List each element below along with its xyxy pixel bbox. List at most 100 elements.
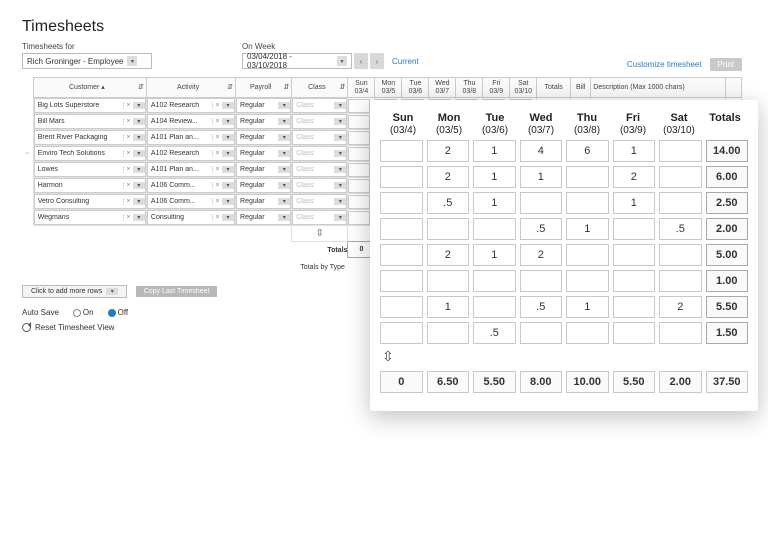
hours-cell[interactable]: 1 (427, 296, 470, 318)
hours-cell[interactable] (659, 270, 702, 292)
split-icon[interactable]: ⇳ (382, 348, 748, 365)
customer-select[interactable]: Bill Mars×▾ (34, 114, 146, 129)
clear-icon[interactable]: × (212, 182, 222, 189)
class-select[interactable]: Class▾ (292, 146, 347, 161)
hours-cell[interactable] (613, 218, 656, 240)
customer-select[interactable]: Harmon×▾ (34, 178, 146, 193)
hours-cell[interactable]: 2 (613, 166, 656, 188)
clear-icon[interactable]: × (212, 150, 222, 157)
current-week-link[interactable]: Current (392, 57, 419, 66)
hours-cell[interactable] (427, 218, 470, 240)
drag-handle-icon[interactable] (22, 130, 33, 146)
add-rows-select[interactable]: Click to add more rows▾ (22, 285, 127, 298)
week-select[interactable]: 03/04/2018 - 03/10/2018 ▾ (242, 53, 352, 69)
hours-cell[interactable]: 2 (427, 140, 470, 162)
hours-cell[interactable] (380, 322, 423, 344)
activity-select[interactable]: A101 Plan an...×▾ (147, 130, 235, 145)
payroll-select[interactable]: Regular▾ (236, 146, 291, 161)
clear-icon[interactable]: × (212, 166, 222, 173)
clear-icon[interactable]: × (123, 102, 133, 109)
class-select[interactable]: Class▾ (292, 130, 347, 145)
hours-cell[interactable] (613, 322, 656, 344)
customer-select[interactable]: Brent River Packaging×▾ (34, 130, 146, 145)
hours-cell[interactable]: 2 (427, 166, 470, 188)
hours-cell[interactable]: 1 (473, 244, 516, 266)
week-prev-button[interactable]: ‹ (354, 53, 368, 69)
hours-cell[interactable] (659, 192, 702, 214)
hours-cell[interactable] (659, 244, 702, 266)
hours-cell[interactable] (659, 166, 702, 188)
week-next-button[interactable]: › (370, 53, 384, 69)
hours-input[interactable] (348, 147, 370, 161)
class-select[interactable]: Class▾ (292, 194, 347, 209)
activity-select[interactable]: A101 Plan an...×▾ (147, 162, 235, 177)
customer-select[interactable]: Lowes×▾ (34, 162, 146, 177)
hours-input[interactable] (348, 115, 370, 129)
payroll-select[interactable]: Regular▾ (236, 178, 291, 193)
autosave-on-radio[interactable]: On (73, 308, 94, 317)
hours-cell[interactable] (566, 192, 609, 214)
hours-cell[interactable]: 1 (566, 218, 609, 240)
hours-cell[interactable]: .5 (473, 322, 516, 344)
clear-icon[interactable]: × (212, 214, 222, 221)
activity-select[interactable]: Consulting×▾ (147, 210, 235, 225)
hours-cell[interactable] (427, 270, 470, 292)
hours-cell[interactable] (566, 322, 609, 344)
clear-icon[interactable]: × (123, 214, 133, 221)
payroll-select[interactable]: Regular▾ (236, 98, 291, 113)
hours-cell[interactable] (380, 166, 423, 188)
print-button[interactable]: Print (710, 58, 742, 71)
clear-icon[interactable]: × (123, 182, 133, 189)
hours-cell[interactable] (566, 270, 609, 292)
timesheets-for-select[interactable]: Rich Groninger - Employee ▾ (22, 53, 152, 69)
clear-icon[interactable]: × (212, 102, 222, 109)
hours-cell[interactable] (613, 270, 656, 292)
hours-cell[interactable]: .5 (427, 192, 470, 214)
hours-cell[interactable] (659, 140, 702, 162)
class-select[interactable]: Class▾ (292, 114, 347, 129)
customer-select[interactable]: Wegmans×▾ (34, 210, 146, 225)
drag-handle-icon[interactable] (22, 194, 33, 210)
hours-input[interactable] (348, 131, 370, 145)
clear-icon[interactable]: × (212, 118, 222, 125)
class-select[interactable]: Class▾ (292, 178, 347, 193)
hours-cell[interactable] (659, 322, 702, 344)
hours-cell[interactable]: 2 (659, 296, 702, 318)
clear-icon[interactable]: × (123, 134, 133, 141)
class-select[interactable]: Class▾ (292, 98, 347, 113)
clear-icon[interactable]: × (123, 150, 133, 157)
hours-cell[interactable] (380, 244, 423, 266)
hours-cell[interactable]: 1 (566, 296, 609, 318)
hours-cell[interactable]: 1 (473, 166, 516, 188)
activity-select[interactable]: A102 Research×▾ (147, 146, 235, 161)
customer-select[interactable]: Vetro Consulting×▾ (34, 194, 146, 209)
hours-cell[interactable]: 6 (566, 140, 609, 162)
drag-handle-icon[interactable]: ⇔ (22, 146, 33, 162)
split-icon[interactable]: ⇳ (292, 226, 348, 242)
hours-cell[interactable]: 2 (427, 244, 470, 266)
hours-cell[interactable] (380, 218, 423, 240)
hours-cell[interactable] (566, 244, 609, 266)
activity-select[interactable]: A102 Research×▾ (147, 98, 235, 113)
hours-cell[interactable] (520, 270, 563, 292)
hours-cell[interactable]: 1 (520, 166, 563, 188)
hours-cell[interactable] (520, 192, 563, 214)
payroll-select[interactable]: Regular▾ (236, 194, 291, 209)
hours-cell[interactable] (427, 322, 470, 344)
clear-icon[interactable]: × (123, 198, 133, 205)
drag-handle-icon[interactable] (22, 178, 33, 194)
drag-handle-icon[interactable] (22, 114, 33, 130)
class-select[interactable]: Class▾ (292, 162, 347, 177)
payroll-select[interactable]: Regular▾ (236, 210, 291, 225)
hours-cell[interactable] (613, 296, 656, 318)
drag-handle-icon[interactable] (22, 162, 33, 178)
hours-cell[interactable]: .5 (659, 218, 702, 240)
drag-handle-icon[interactable] (22, 98, 33, 114)
hours-input[interactable] (348, 211, 370, 225)
payroll-select[interactable]: Regular▾ (236, 162, 291, 177)
payroll-select[interactable]: Regular▾ (236, 130, 291, 145)
payroll-select[interactable]: Regular▾ (236, 114, 291, 129)
hours-cell[interactable] (473, 218, 516, 240)
drag-handle-icon[interactable] (22, 210, 33, 226)
activity-select[interactable]: A106 Comm...×▾ (147, 194, 235, 209)
